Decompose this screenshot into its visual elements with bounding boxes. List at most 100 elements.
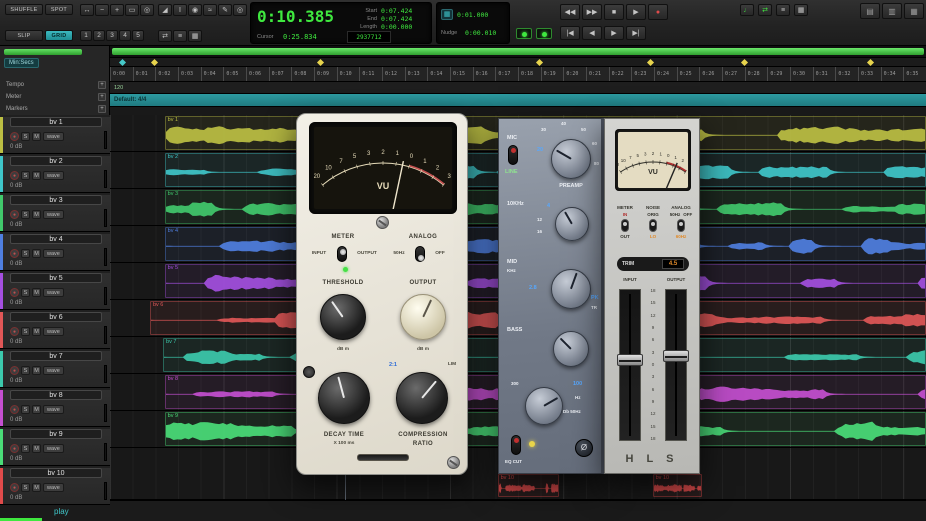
analog-switch[interactable]: [677, 219, 685, 232]
tempo-event[interactable]: 120: [114, 85, 123, 91]
marker-icon[interactable]: [536, 59, 543, 66]
mute-button[interactable]: M: [32, 483, 41, 492]
solo-button[interactable]: S: [21, 249, 30, 258]
mute-button[interactable]: M: [32, 171, 41, 180]
track-view-selector[interactable]: wave: [43, 366, 64, 375]
zoom-preset-5[interactable]: 5: [132, 30, 144, 41]
meter-event[interactable]: Default: 4/4: [114, 97, 146, 103]
bass-knob[interactable]: [553, 331, 589, 367]
timeline-scrollbar[interactable]: [110, 46, 926, 57]
rewind-button[interactable]: ◀◀: [560, 4, 580, 20]
solo-button[interactable]: S: [21, 366, 30, 375]
play-button[interactable]: ▶: [626, 4, 646, 20]
meter-ruler[interactable]: Default: 4/4: [110, 93, 926, 106]
length-value[interactable]: 0:00.000: [381, 23, 412, 31]
spot-mode-button[interactable]: SPOT: [45, 4, 73, 15]
track-header-bv-4[interactable]: bv 4●SMwave0 dB: [0, 234, 110, 271]
time-ruler[interactable]: 0:000:010:020:030:040:050:060:070:080:09…: [110, 66, 926, 81]
record-enable-button[interactable]: ●: [10, 405, 19, 414]
meter-switch[interactable]: [337, 246, 347, 262]
track-name[interactable]: bv 3: [10, 195, 102, 205]
zoom-preset-3[interactable]: 3: [106, 30, 118, 41]
scrollbar-thumb[interactable]: [112, 48, 923, 55]
threshold-knob[interactable]: [320, 294, 366, 340]
solo-button[interactable]: S: [21, 288, 30, 297]
main-counter[interactable]: 0:10.385: [257, 7, 334, 26]
track-header-bv-6[interactable]: bv 6●SMwave0 dB: [0, 312, 110, 349]
selector-tool[interactable]: I: [173, 4, 187, 16]
record-enable-button[interactable]: ●: [10, 210, 19, 219]
end-value[interactable]: 0:07.424: [381, 15, 412, 23]
track-view-selector[interactable]: wave: [43, 171, 64, 180]
grid-mode-button[interactable]: GRID: [45, 30, 73, 41]
compressor-plugin-window[interactable]: 2010753210123VU METER ANALOG INPUT OUTPU…: [296, 113, 468, 475]
solo-button[interactable]: S: [21, 405, 30, 414]
record-enable-button[interactable]: ●: [10, 444, 19, 453]
marker-icon[interactable]: [151, 59, 158, 66]
record-enable-button[interactable]: ●: [10, 132, 19, 141]
input-fader[interactable]: [619, 289, 641, 441]
markers-ruler[interactable]: [110, 106, 926, 115]
output-knob[interactable]: [400, 294, 446, 340]
track-header-bv-8[interactable]: bv 8●SMwave0 dB: [0, 390, 110, 427]
mute-button[interactable]: M: [32, 210, 41, 219]
mute-button[interactable]: M: [32, 288, 41, 297]
grid-toggle[interactable]: ▦: [794, 4, 808, 16]
mute-button[interactable]: M: [32, 132, 41, 141]
track-name[interactable]: bv 9: [10, 429, 102, 439]
track-name[interactable]: bv 5: [10, 273, 102, 283]
record-button[interactable]: ●: [648, 4, 668, 20]
window-layout-1[interactable]: ▤: [860, 3, 880, 19]
pencil-tool[interactable]: ✎: [218, 4, 232, 16]
solo-button[interactable]: S: [21, 483, 30, 492]
nudge-value[interactable]: 0:00.010: [465, 29, 496, 37]
zoom-horizontal-icon[interactable]: ↔: [80, 4, 94, 16]
track-header-bv-9[interactable]: bv 9●SMwave0 dB: [0, 429, 110, 466]
track-header-bv-2[interactable]: bv 2●SMwave0 dB: [0, 156, 110, 193]
window-layout-2[interactable]: ▥: [882, 3, 902, 19]
track-header-bv-10[interactable]: bv 10●SMwave0 dB: [0, 468, 110, 505]
link-selection-toggle[interactable]: ⇄: [158, 30, 172, 42]
return-to-zero-button[interactable]: |◀: [560, 26, 580, 40]
mute-button[interactable]: M: [32, 405, 41, 414]
meter-switch[interactable]: [621, 219, 629, 232]
eq-cut-switch[interactable]: [511, 435, 521, 455]
ruler-label-markers[interactable]: Markers+: [6, 104, 106, 114]
track-view-selector[interactable]: wave: [43, 483, 64, 492]
add-meter-button[interactable]: +: [98, 93, 106, 101]
input-fader-cap[interactable]: [617, 354, 643, 366]
zoom-tool[interactable]: ◎: [233, 4, 247, 16]
track-view-selector[interactable]: wave: [43, 288, 64, 297]
window-layout-3[interactable]: ▦: [904, 3, 924, 19]
forward-button[interactable]: ▶: [604, 26, 624, 40]
trim-control[interactable]: TRIM 4.5: [617, 257, 689, 271]
grid-value[interactable]: 0:01.000: [457, 11, 488, 19]
marker-icon[interactable]: [647, 59, 654, 66]
hls-plugin-window[interactable]: 2010753210123VU METER IN OUT NOISE ORIG …: [604, 118, 700, 474]
grid-icon[interactable]: ▦: [441, 9, 453, 20]
back-button[interactable]: ◀: [582, 26, 602, 40]
audio-clip[interactable]: bv 10: [498, 474, 559, 497]
record-enable-button[interactable]: ●: [10, 366, 19, 375]
midi-merge-toggle[interactable]: ⇄: [758, 4, 772, 16]
mute-button[interactable]: M: [32, 366, 41, 375]
go-to-end-button[interactable]: ▶|: [626, 26, 646, 40]
mic-line-switch[interactable]: [508, 145, 518, 165]
track-header-bv-5[interactable]: bv 5●SMwave0 dB: [0, 273, 110, 310]
track-view-selector[interactable]: wave: [43, 444, 64, 453]
solo-button[interactable]: S: [21, 132, 30, 141]
ruler-label-tempo[interactable]: Tempo+: [6, 80, 106, 90]
mirror-toggle[interactable]: ≡: [173, 30, 187, 42]
audio-clip[interactable]: bv 10: [653, 474, 702, 497]
zoom-selection-icon[interactable]: ▭: [125, 4, 139, 16]
zoom-preset-4[interactable]: 4: [119, 30, 131, 41]
shuffle-mode-button[interactable]: SHUFFLE: [5, 4, 43, 15]
zoom-preset-1[interactable]: 1: [80, 30, 92, 41]
record-enable-button[interactable]: ●: [10, 171, 19, 180]
track-name[interactable]: bv 4: [10, 234, 102, 244]
phase-button[interactable]: Ø: [575, 439, 593, 457]
noise-switch[interactable]: [649, 219, 657, 232]
track-name[interactable]: bv 2: [10, 156, 102, 166]
compression-ratio-knob[interactable]: [396, 372, 448, 424]
solo-button[interactable]: S: [21, 444, 30, 453]
